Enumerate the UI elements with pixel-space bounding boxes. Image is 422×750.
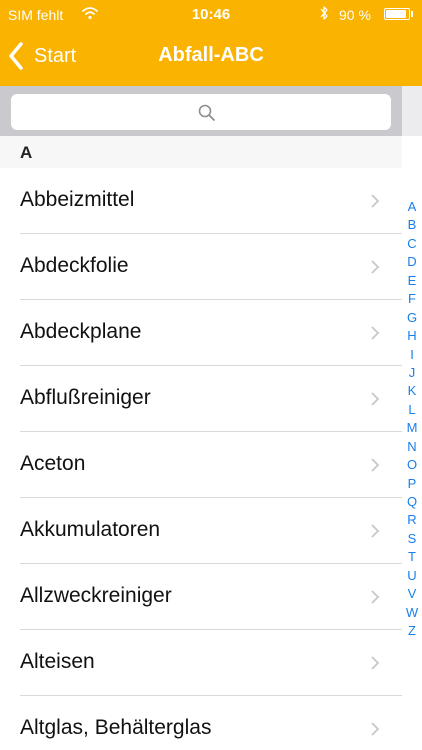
index-letter[interactable]: N: [407, 438, 416, 456]
list-item[interactable]: Abbeizmittel: [0, 168, 402, 234]
index-letter[interactable]: T: [408, 548, 416, 566]
item-list: Abbeizmittel Abdeckfolie Abdeckplane Abfluß…: [0, 168, 402, 750]
list-item-label: Allzweckreiniger: [20, 584, 172, 607]
status-bar: SIM fehlt 10:46 90 %: [0, 0, 422, 30]
search-icon: [198, 104, 215, 121]
page-title: Abfall-ABC: [158, 44, 264, 66]
list-item[interactable]: Akkumulatoren: [0, 498, 402, 564]
index-letter[interactable]: B: [408, 216, 417, 234]
list-item-label: Alteisen: [20, 650, 95, 673]
index-letter[interactable]: U: [407, 567, 416, 585]
chevron-right-icon: [371, 656, 380, 670]
index-letter[interactable]: D: [407, 253, 416, 271]
chevron-right-icon: [371, 392, 380, 406]
search-bar: [0, 86, 402, 136]
index-letter[interactable]: Z: [408, 622, 416, 640]
list-item[interactable]: Aceton: [0, 432, 402, 498]
battery-level: [386, 10, 406, 18]
list-item[interactable]: Abdeckplane: [0, 300, 402, 366]
battery-icon: [384, 8, 410, 20]
list-item[interactable]: Abflußreiniger: [0, 366, 402, 432]
list-item-label: Abdeckfolie: [20, 254, 129, 277]
list-item-label: Akkumulatoren: [20, 518, 161, 541]
list-item-label: Aceton: [20, 452, 86, 475]
search-input[interactable]: [11, 94, 391, 130]
list-item-label: Abbeizmittel: [20, 188, 135, 211]
chevron-right-icon: [371, 260, 380, 274]
chevron-right-icon: [371, 194, 380, 208]
chevron-right-icon: [371, 524, 380, 538]
index-letter[interactable]: C: [407, 235, 416, 253]
list-item-label: Abflußreiniger: [20, 386, 151, 409]
index-letter[interactable]: J: [409, 364, 416, 382]
index-letter[interactable]: A: [408, 198, 417, 216]
list-item-label: Altglas, Behälterglas: [20, 716, 212, 739]
chevron-right-icon: [371, 458, 380, 472]
list-item[interactable]: Abdeckfolie: [0, 234, 402, 300]
section-header-label: A: [20, 143, 33, 162]
index-letter[interactable]: W: [406, 604, 418, 622]
index-letter[interactable]: M: [407, 419, 418, 437]
index-letter[interactable]: E: [408, 272, 417, 290]
section-header: A: [0, 136, 402, 168]
list-item-label: Abdeckplane: [20, 320, 142, 343]
navigation-header: SIM fehlt 10:46 90 % Start Abfall-ABC: [0, 0, 422, 86]
chevron-right-icon: [371, 590, 380, 604]
battery-tip: [411, 11, 413, 17]
index-letter[interactable]: L: [408, 401, 415, 419]
index-letter[interactable]: V: [408, 585, 417, 603]
index-letter[interactable]: S: [408, 530, 417, 548]
list-item[interactable]: Altglas, Behälterglas: [0, 696, 402, 750]
index-letter[interactable]: P: [408, 475, 417, 493]
list-item[interactable]: Alteisen: [0, 630, 402, 696]
index-letter[interactable]: I: [410, 346, 414, 364]
alphabet-index[interactable]: ABCDEFGHIJKLMNOPQRSTUVWZ: [402, 198, 422, 641]
list-item[interactable]: Allzweckreiniger: [0, 564, 402, 630]
chevron-right-icon: [371, 326, 380, 340]
search-bar-side: [402, 86, 422, 136]
index-letter[interactable]: F: [408, 290, 416, 308]
bluetooth-icon: [320, 6, 328, 20]
battery-percent: 90 %: [339, 7, 371, 23]
index-letter[interactable]: H: [407, 327, 416, 345]
index-letter[interactable]: O: [407, 456, 417, 474]
index-letter[interactable]: Q: [407, 493, 417, 511]
index-letter[interactable]: R: [407, 511, 416, 529]
chevron-right-icon: [371, 722, 380, 736]
index-letter[interactable]: G: [407, 309, 417, 327]
index-letter[interactable]: K: [408, 382, 417, 400]
